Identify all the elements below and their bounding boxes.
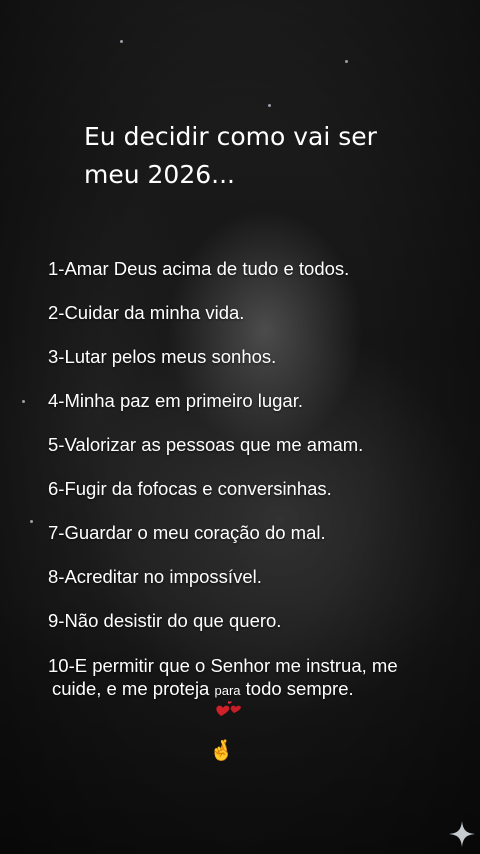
crossed-fingers-emoji: 🤞 <box>209 738 234 762</box>
last-item-text-a: cuide, e me proteja <box>52 678 210 699</box>
last-item-line-1: 10-E permitir que o Senhor me instrua, m… <box>48 655 398 676</box>
page-title: Eu decidir como vai ser meu 2026... <box>84 118 424 194</box>
resolutions-list: 1-Amar Deus acima de tudo e todos. 2-Cui… <box>48 258 468 724</box>
sparkle-dot <box>22 400 25 403</box>
sparkle-dot <box>30 520 33 523</box>
list-item-last: 10-E permitir que o Senhor me instrua, m… <box>48 654 468 702</box>
last-item-text-b: todo sempre. <box>245 678 354 699</box>
list-item: 6-Fugir da fofocas e conversinhas. <box>48 478 332 499</box>
list-item: 7-Guardar o meu coração do mal. <box>48 522 326 543</box>
last-item-line-2: cuide, e me proteja para todo sempre. <box>48 677 468 702</box>
sparkle-icon <box>449 821 475 847</box>
sparkle-dot <box>120 40 123 43</box>
hearts-emoji <box>216 701 241 716</box>
list-item: 5-Valorizar as pessoas que me amam. <box>48 434 364 455</box>
list-item: 8-Acreditar no impossível. <box>48 566 262 587</box>
list-item: 9-Não desistir do que quero. <box>48 610 282 631</box>
title-line-1: Eu decidir como vai ser <box>84 122 377 151</box>
sparkle-dot <box>268 104 271 107</box>
list-item: 2-Cuidar da minha vida. <box>48 302 245 323</box>
title-line-2: meu 2026... <box>84 160 235 189</box>
list-item: 3-Lutar pelos meus sonhos. <box>48 346 277 367</box>
last-item-small-word: para <box>214 683 241 698</box>
list-item: 1-Amar Deus acima de tudo e todos. <box>48 258 350 279</box>
sparkle-dot <box>345 60 348 63</box>
list-item: 4-Minha paz em primeiro lugar. <box>48 390 303 411</box>
